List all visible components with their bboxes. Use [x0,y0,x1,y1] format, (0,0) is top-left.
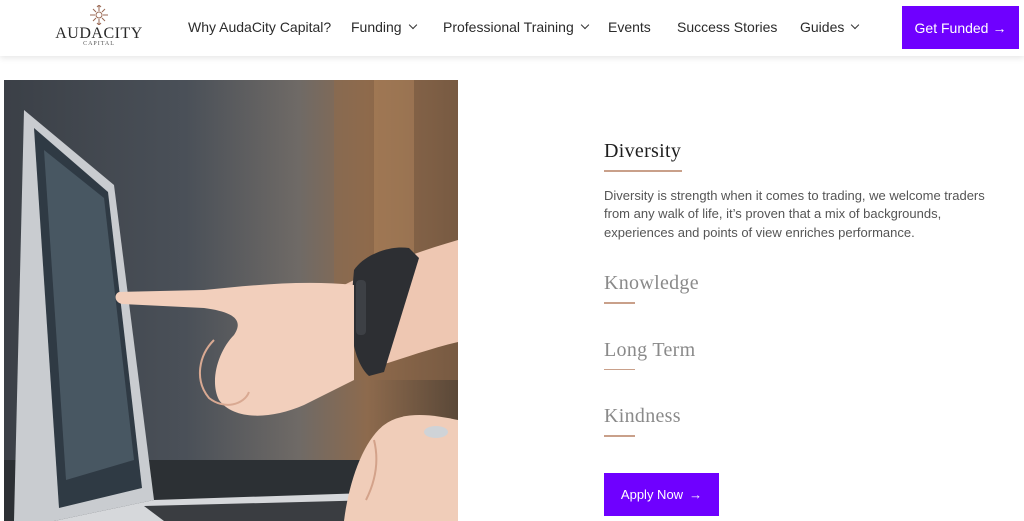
chevron-down-icon [580,20,589,30]
site-header: AUDACITY CAPITAL Why AudaCity Capital? F… [0,0,1024,56]
value-title-active: Diversity [604,140,682,162]
arrow-right-icon: → [992,19,1007,36]
laptop-hands-illustration [4,80,458,521]
title-underline [604,170,682,172]
chevron-down-icon [408,20,417,30]
value-diversity[interactable]: Diversity [604,140,1004,172]
hero-photo [4,80,458,521]
chevron-down-icon [851,20,860,30]
nav-item-label: Professional Training [443,19,574,35]
nav-item-why[interactable]: Why AudaCity Capital? [188,19,331,35]
nav-item-professional-training[interactable]: Professional Training [443,19,589,35]
nav-item-funding[interactable]: Funding [351,19,417,35]
apply-now-label: Apply Now [620,487,684,502]
title-underline [604,302,635,304]
main-nav: Why AudaCity Capital? Funding Profession… [0,0,1024,56]
arrow-right-icon: → [689,487,703,502]
value-knowledge[interactable]: Knowledge [604,272,1004,304]
nav-item-success-stories[interactable]: Success Stories [677,19,777,35]
title-underline [604,368,635,370]
value-title: Kindness [604,405,681,427]
nav-item-guides[interactable]: Guides [800,19,860,35]
nav-item-label: Events [608,19,651,35]
values-section: Diversity Diversity is strength when it … [604,140,1004,437]
nav-item-label: Funding [351,19,402,35]
get-funded-button[interactable]: Get Funded → [902,6,1019,49]
nav-item-label: Guides [800,19,845,35]
get-funded-label: Get Funded [914,19,989,36]
nav-item-label: Why AudaCity Capital? [188,19,332,35]
apply-now-button[interactable]: Apply Now → [604,473,719,516]
title-underline [604,435,635,437]
nav-item-events[interactable]: Events [608,19,651,35]
value-title: Long Term [604,338,696,361]
value-long-term[interactable]: Long Term [604,338,1004,370]
nav-item-label: Success Stories [677,19,778,35]
value-kindness[interactable]: Kindness [604,405,1004,437]
value-title: Knowledge [604,272,699,294]
value-description: Diversity is strength when it comes to t… [604,187,985,240]
